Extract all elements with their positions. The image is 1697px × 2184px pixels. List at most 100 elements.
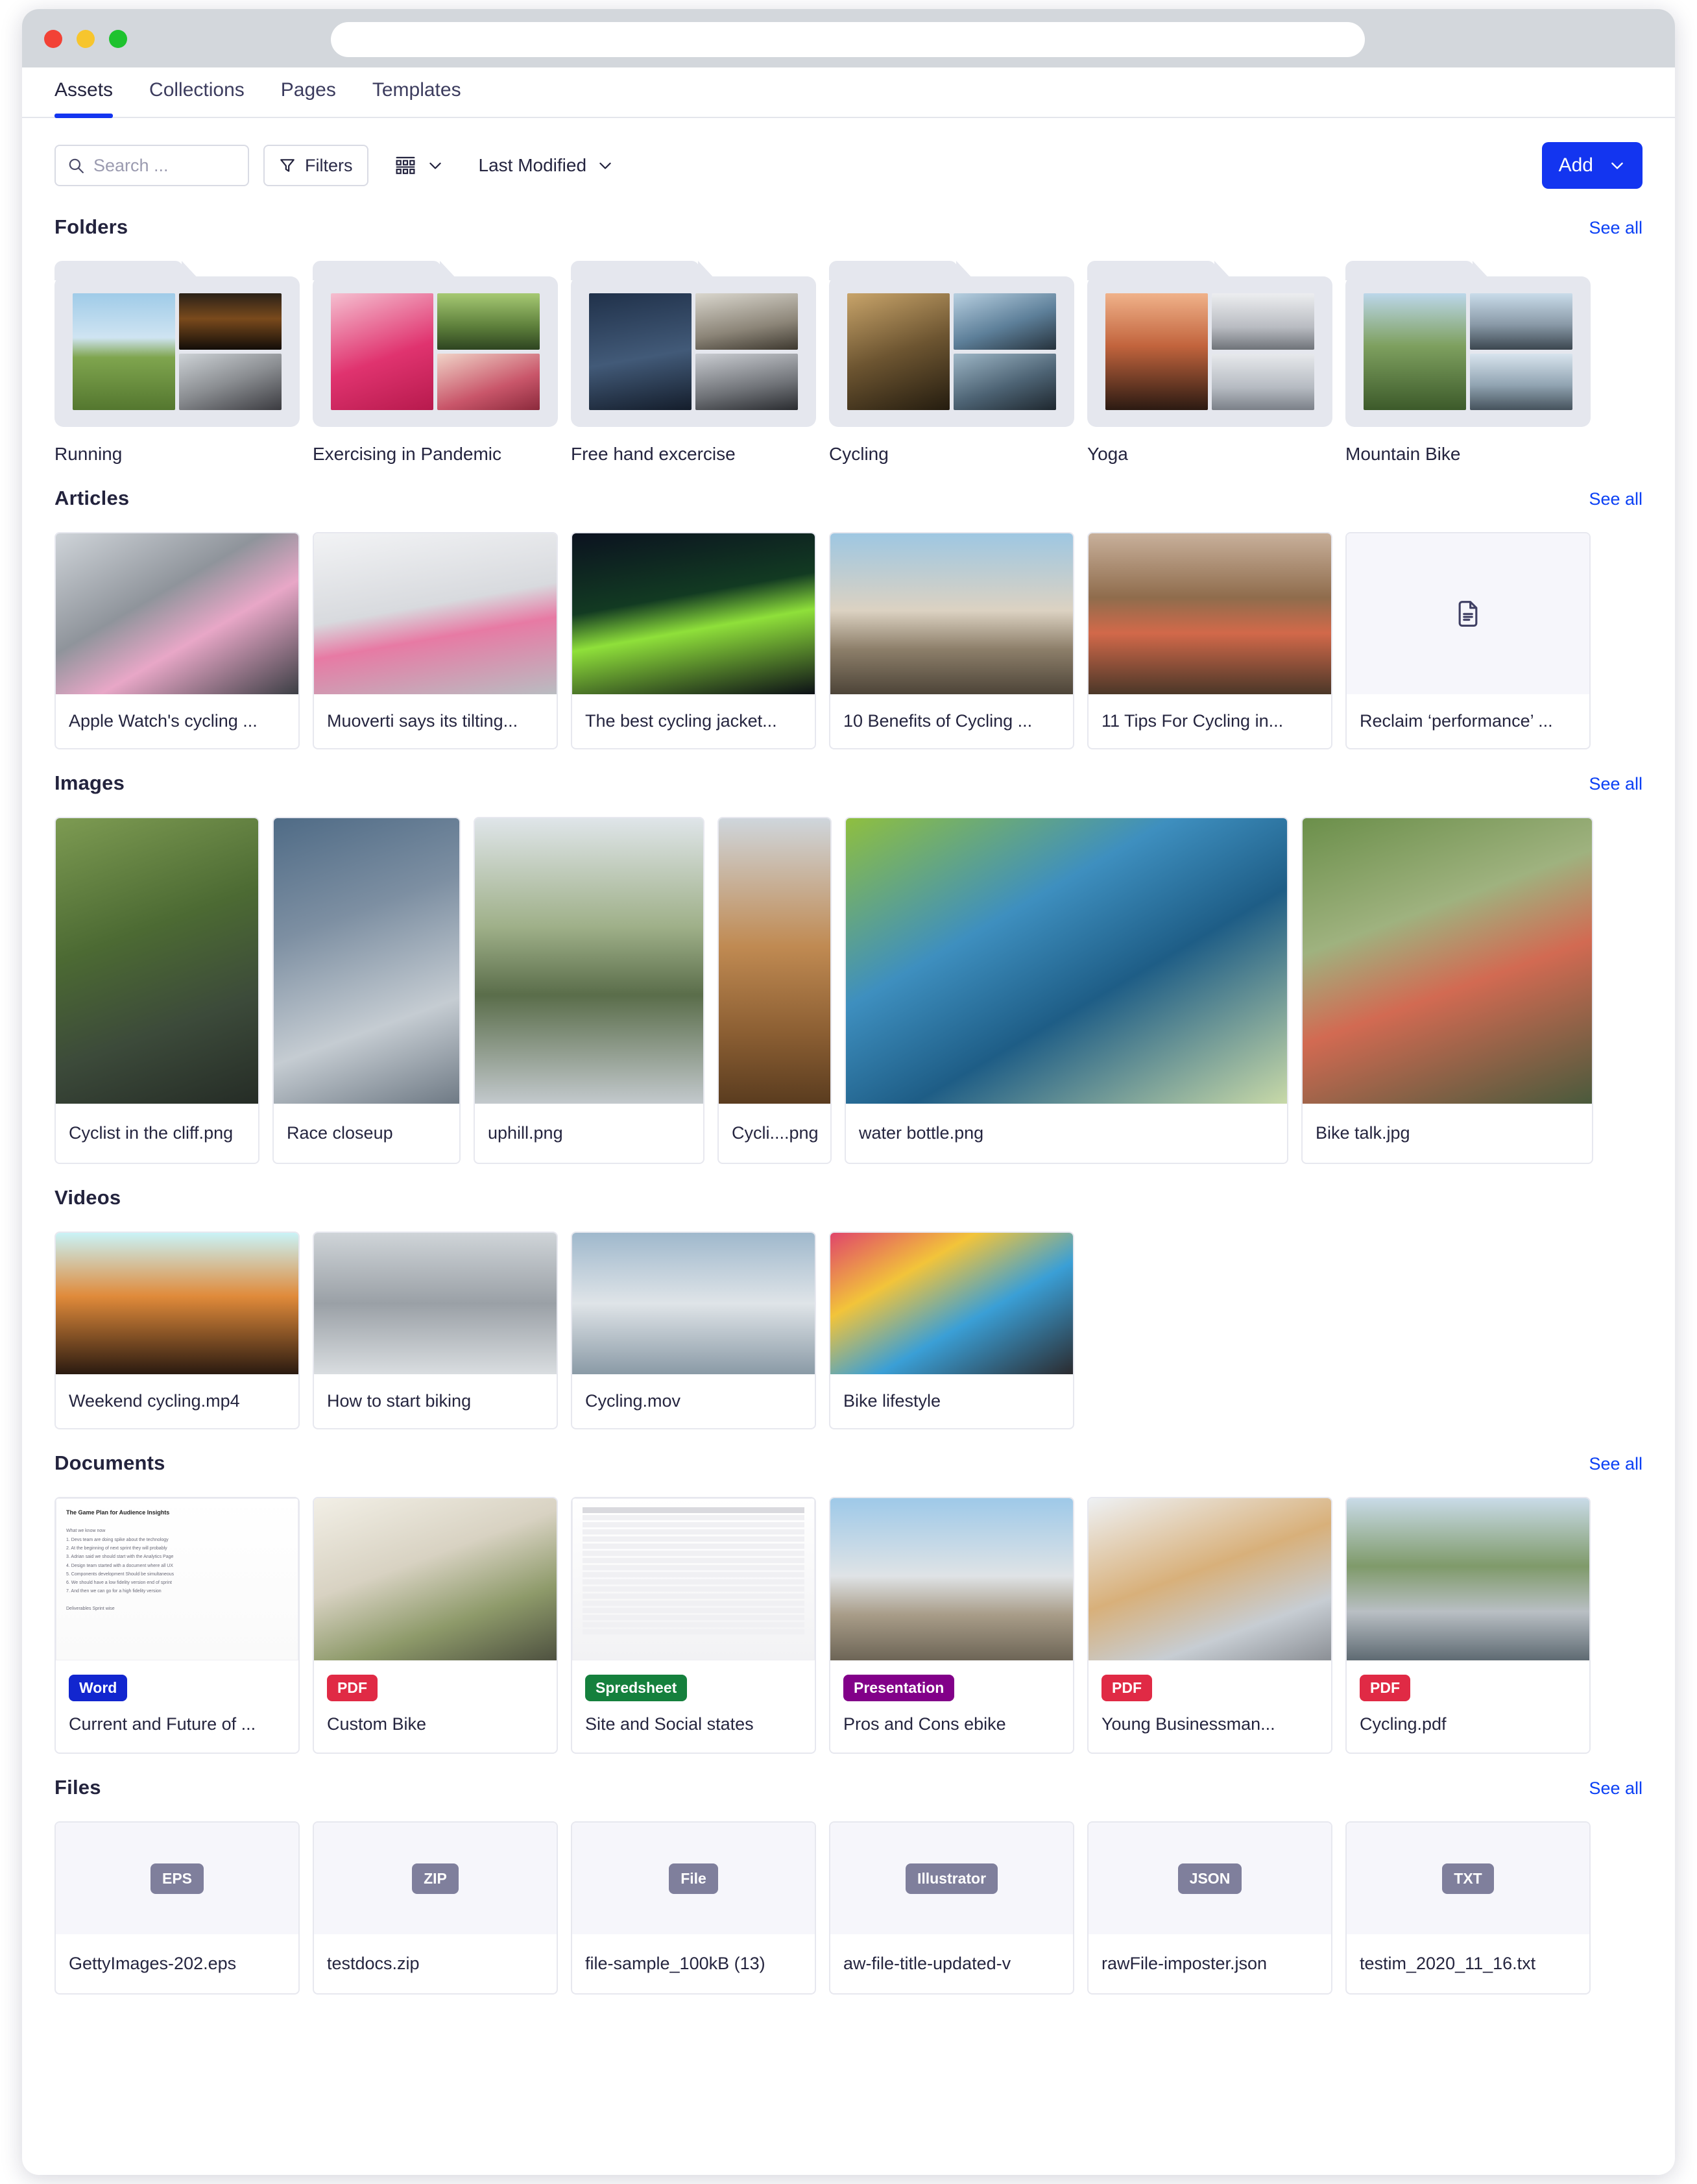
- primary-nav: Assets Collections Pages Templates: [22, 67, 1675, 118]
- document-card[interactable]: PDF Young Businessman...: [1087, 1497, 1332, 1754]
- file-list: EPS GettyImages-202.eps ZIP testdocs.zip Fil…: [54, 1821, 1643, 1995]
- article-title: Reclaim ‘performance’ ...: [1360, 711, 1553, 731]
- folder-thumbnail: [1212, 354, 1314, 410]
- folder-thumbnails: [331, 293, 540, 410]
- add-button[interactable]: Add: [1541, 142, 1643, 189]
- asset-browser: Folders See all Running Exercising in Pan…: [22, 215, 1675, 2020]
- filters-button[interactable]: Filters: [263, 145, 368, 186]
- folder-tab-shape: [313, 261, 441, 280]
- folder-thumbnails: [589, 293, 798, 410]
- tab-collections[interactable]: Collections: [149, 67, 245, 117]
- see-all-articles[interactable]: See all: [1589, 489, 1643, 509]
- folder-thumbnail: [954, 293, 1056, 350]
- article-card[interactable]: 10 Benefits of Cycling ...: [829, 532, 1074, 749]
- document-type-badge: Presentation: [843, 1675, 955, 1701]
- article-thumbnail: [1089, 533, 1331, 694]
- article-list: Apple Watch's cycling ... Muoverti says i…: [54, 532, 1643, 749]
- file-name: aw-file-title-updated-v: [843, 1954, 1011, 1973]
- file-card[interactable]: ZIP testdocs.zip: [313, 1821, 558, 1995]
- document-card[interactable]: Spredsheet Site and Social states: [571, 1497, 816, 1754]
- image-filename: Bike talk.jpg: [1316, 1123, 1410, 1143]
- see-all-folders[interactable]: See all: [1589, 218, 1643, 238]
- filters-label: Filters: [305, 155, 353, 175]
- image-card[interactable]: Race closeup: [272, 817, 461, 1164]
- url-bar[interactable]: [331, 22, 1365, 57]
- folder-item[interactable]: Running: [54, 261, 300, 465]
- video-card[interactable]: How to start biking: [313, 1232, 558, 1429]
- document-card[interactable]: PDF Cycling.pdf: [1345, 1497, 1591, 1754]
- add-button-label: Add: [1558, 154, 1593, 176]
- document-thumbnail: The Game Plan for Audience Insights What …: [56, 1498, 298, 1660]
- folder-item[interactable]: Mountain Bike: [1345, 261, 1591, 465]
- image-thumbnail: [475, 818, 703, 1104]
- folder-thumbnail: [331, 293, 433, 410]
- section-documents: Documents See all The Game Plan for Audi…: [54, 1451, 1643, 1754]
- document-card[interactable]: PDF Custom Bike: [313, 1497, 558, 1754]
- file-type-badge: ZIP: [412, 1863, 459, 1894]
- image-card[interactable]: Bike talk.jpg: [1301, 817, 1593, 1164]
- search-input[interactable]: Search ...: [54, 145, 249, 186]
- folder-tab-shape: [571, 261, 699, 280]
- see-all-images[interactable]: See all: [1589, 774, 1643, 794]
- search-icon: [67, 157, 84, 174]
- tab-label: Collections: [149, 79, 245, 101]
- folder-item[interactable]: Exercising in Pandemic: [313, 261, 558, 465]
- sort-selector[interactable]: Last Modified: [479, 155, 614, 176]
- folder-item[interactable]: Free hand excercise: [571, 261, 816, 465]
- article-card[interactable]: Reclaim ‘performance’ ...: [1345, 532, 1591, 749]
- image-card[interactable]: water bottle.png: [845, 817, 1288, 1164]
- article-thumbnail: [56, 533, 298, 694]
- view-mode-selector[interactable]: [394, 154, 444, 176]
- folder-item[interactable]: Yoga: [1087, 261, 1332, 465]
- folder-graphic: [829, 261, 1074, 427]
- file-card[interactable]: EPS GettyImages-202.eps: [54, 1821, 300, 1995]
- folder-thumbnail: [847, 293, 950, 410]
- document-title: Cycling.pdf: [1360, 1714, 1447, 1734]
- traffic-lights: [44, 30, 127, 48]
- tab-pages[interactable]: Pages: [281, 67, 336, 117]
- video-card[interactable]: Bike lifestyle: [829, 1232, 1074, 1429]
- image-card[interactable]: Cycli....png: [717, 817, 832, 1164]
- file-thumbnail: JSON: [1089, 1823, 1331, 1934]
- document-list: The Game Plan for Audience Insights What …: [54, 1497, 1643, 1754]
- tab-templates[interactable]: Templates: [372, 67, 461, 117]
- file-thumbnail: File: [572, 1823, 815, 1934]
- article-card[interactable]: 11 Tips For Cycling in...: [1087, 532, 1332, 749]
- document-type-badge: Spredsheet: [585, 1675, 688, 1701]
- document-card[interactable]: Presentation Pros and Cons ebike: [829, 1497, 1074, 1754]
- image-card[interactable]: Cyclist in the cliff.png: [54, 817, 259, 1164]
- tab-assets[interactable]: Assets: [54, 67, 114, 118]
- article-card[interactable]: Muoverti says its tilting...: [313, 532, 558, 749]
- see-all-documents[interactable]: See all: [1589, 1454, 1643, 1474]
- file-card[interactable]: TXT testim_2020_11_16.txt: [1345, 1821, 1591, 1995]
- section-title: Files: [54, 1776, 101, 1799]
- article-title: 10 Benefits of Cycling ...: [843, 711, 1033, 731]
- zoom-window-button[interactable]: [109, 30, 127, 48]
- folder-name: Yoga: [1087, 444, 1128, 464]
- document-card[interactable]: The Game Plan for Audience Insights What …: [54, 1497, 300, 1754]
- article-card[interactable]: Apple Watch's cycling ...: [54, 532, 300, 749]
- folder-item[interactable]: Cycling: [829, 261, 1074, 465]
- article-title: 11 Tips For Cycling in...: [1101, 711, 1284, 731]
- file-type-badge: EPS: [150, 1863, 204, 1894]
- file-card[interactable]: File file-sample_100kB (13): [571, 1821, 816, 1995]
- file-card[interactable]: Illustrator aw-file-title-updated-v: [829, 1821, 1074, 1995]
- video-card[interactable]: Weekend cycling.mp4: [54, 1232, 300, 1429]
- file-card[interactable]: JSON rawFile-imposter.json: [1087, 1821, 1332, 1995]
- see-all-files[interactable]: See all: [1589, 1778, 1643, 1799]
- article-card[interactable]: The best cycling jacket...: [571, 532, 816, 749]
- video-thumbnail: [830, 1233, 1073, 1374]
- close-window-button[interactable]: [44, 30, 62, 48]
- asset-toolbar: Search ... Filters Last Modified Add: [22, 118, 1675, 193]
- folder-graphic: [313, 261, 558, 427]
- minimize-window-button[interactable]: [77, 30, 95, 48]
- image-thumbnail: [274, 818, 459, 1104]
- video-card[interactable]: Cycling.mov: [571, 1232, 816, 1429]
- article-title: Apple Watch's cycling ...: [69, 711, 258, 731]
- section-folders: Folders See all Running Exercising in Pan…: [54, 215, 1643, 465]
- video-thumbnail: [572, 1233, 815, 1374]
- folder-thumbnail: [437, 293, 540, 350]
- image-card[interactable]: uphill.png: [474, 817, 704, 1164]
- folder-thumbnail: [1212, 293, 1314, 350]
- folder-thumbnails: [1364, 293, 1572, 410]
